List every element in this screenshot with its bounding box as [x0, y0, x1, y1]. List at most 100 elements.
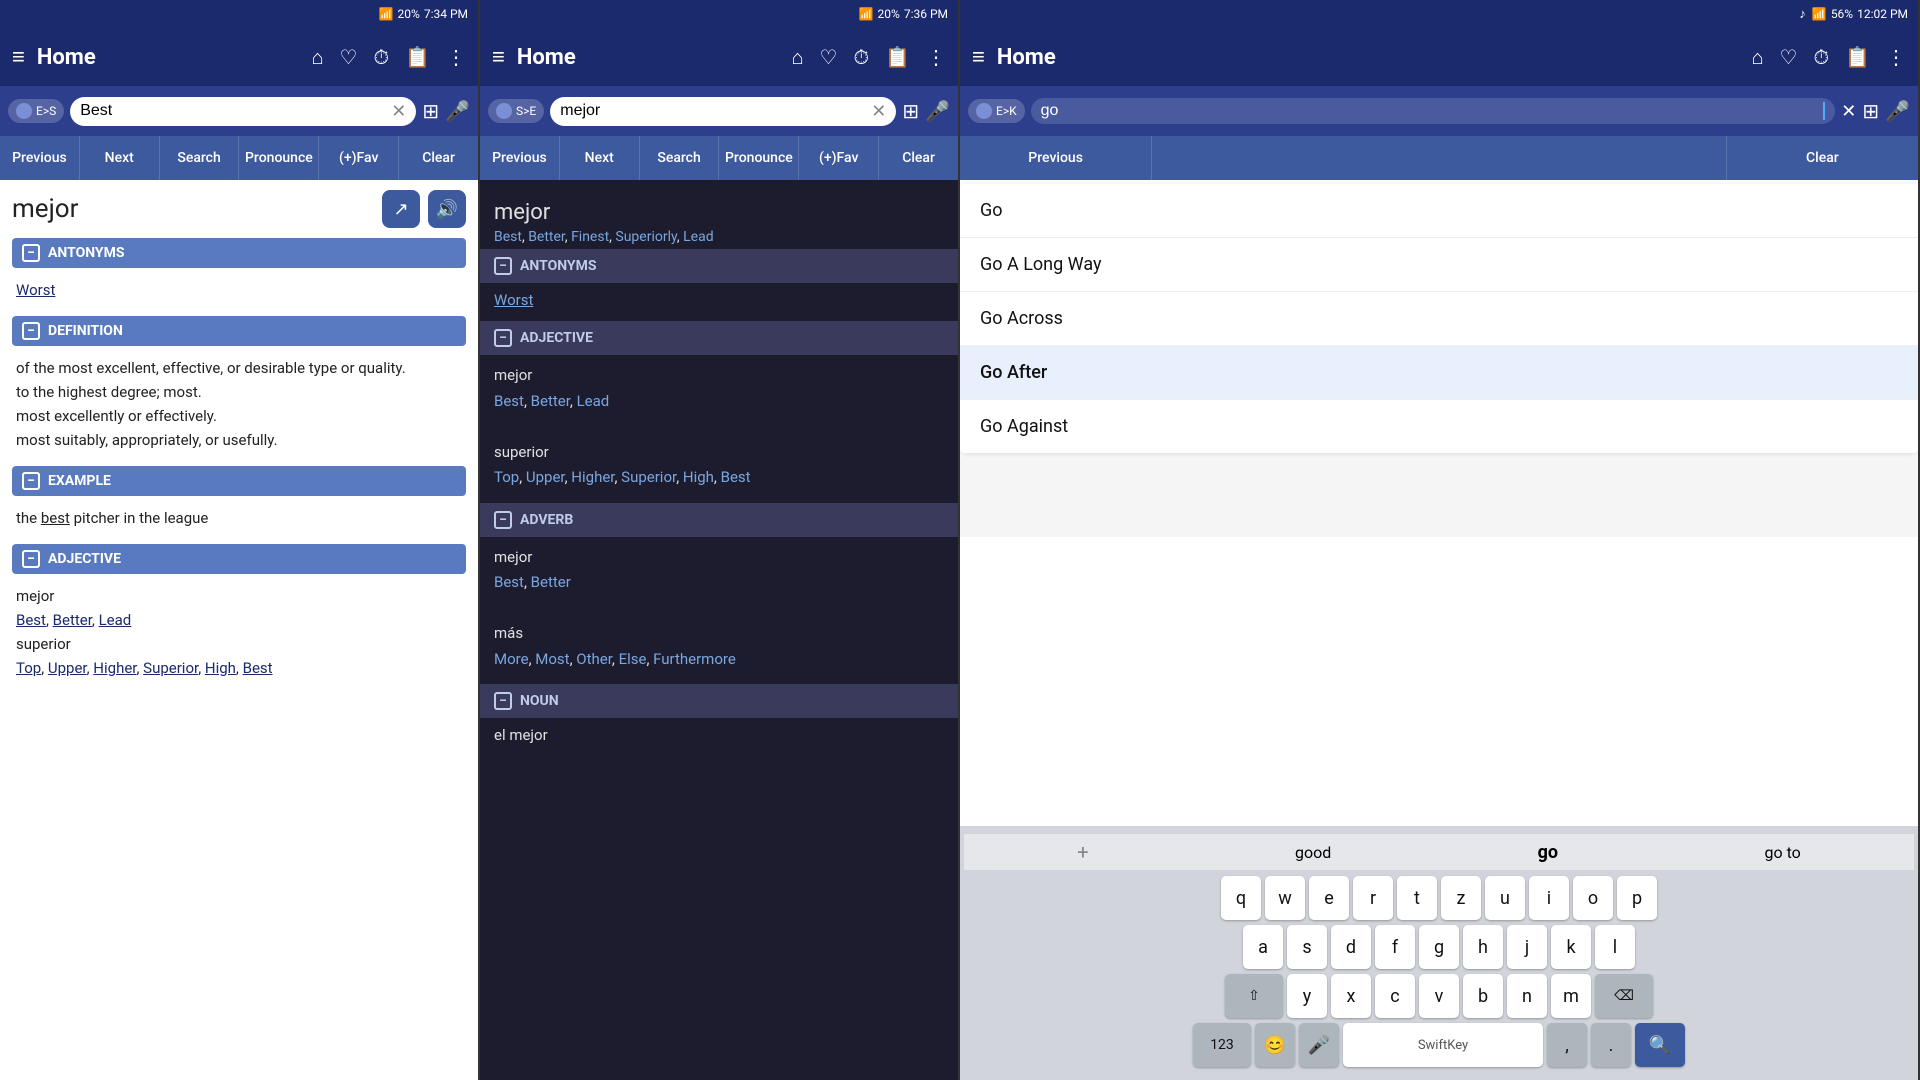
- key-period[interactable]: .: [1591, 1023, 1631, 1067]
- key-space[interactable]: SwiftKey: [1343, 1023, 1543, 1067]
- scan-icon-1[interactable]: ⊞: [422, 99, 439, 123]
- heart-icon-2[interactable]: ♡: [820, 45, 838, 70]
- btn-search-2[interactable]: Search: [640, 136, 720, 180]
- key-a[interactable]: a: [1243, 925, 1283, 969]
- key-m[interactable]: m: [1551, 974, 1591, 1018]
- menu-icon-3[interactable]: ≡: [972, 44, 985, 70]
- key-h[interactable]: h: [1463, 925, 1503, 969]
- menu-icon-2[interactable]: ≡: [492, 44, 505, 70]
- clear-icon-3[interactable]: ✕: [1841, 101, 1856, 122]
- key-j[interactable]: j: [1507, 925, 1547, 969]
- dropdown-item-go-after[interactable]: Go After: [960, 346, 1918, 400]
- key-q[interactable]: q: [1221, 876, 1261, 920]
- key-x[interactable]: x: [1331, 974, 1371, 1018]
- suggestion-goto[interactable]: go to: [1765, 843, 1801, 862]
- section-example-header-1[interactable]: − EXAMPLE: [12, 466, 466, 496]
- lang-toggle-1[interactable]: E>S: [8, 99, 64, 123]
- key-p[interactable]: p: [1617, 876, 1657, 920]
- key-t[interactable]: t: [1397, 876, 1437, 920]
- key-123[interactable]: 123: [1193, 1023, 1251, 1067]
- clear-icon-1[interactable]: ✕: [391, 101, 406, 122]
- key-o[interactable]: o: [1573, 876, 1613, 920]
- key-emoji[interactable]: 😊: [1255, 1023, 1295, 1067]
- key-v[interactable]: v: [1419, 974, 1459, 1018]
- plus-icon-3[interactable]: +: [1077, 840, 1088, 864]
- key-k[interactable]: k: [1551, 925, 1591, 969]
- search-input-1[interactable]: [80, 102, 385, 120]
- bookmark-icon-2[interactable]: 📋: [885, 45, 910, 70]
- btn-pronounce-2[interactable]: Pronounce: [719, 136, 799, 180]
- section-antonyms-header-2[interactable]: − ANTONYMS: [480, 249, 958, 283]
- search-input-2[interactable]: [560, 102, 865, 120]
- collapse-icon-definition-1[interactable]: −: [22, 322, 40, 340]
- key-r[interactable]: r: [1353, 876, 1393, 920]
- collapse-icon-adverb-2[interactable]: −: [494, 511, 512, 529]
- sound-btn-1[interactable]: 🔊: [428, 190, 466, 228]
- mic-icon-2[interactable]: 🎤: [925, 99, 950, 123]
- collapse-icon-adjective-2[interactable]: −: [494, 329, 512, 347]
- history-icon-2[interactable]: ⏱: [853, 45, 869, 70]
- key-d[interactable]: d: [1331, 925, 1371, 969]
- btn-fav-1[interactable]: (+)Fav: [319, 136, 399, 180]
- section-adjective-header-1[interactable]: − ADJECTIVE: [12, 544, 466, 574]
- btn-next-1[interactable]: Next: [80, 136, 160, 180]
- key-backspace[interactable]: ⌫: [1595, 974, 1653, 1018]
- share-btn-1[interactable]: ↗: [382, 190, 420, 228]
- collapse-icon-antonyms-2[interactable]: −: [494, 257, 512, 275]
- antonym-worst-1[interactable]: Worst: [16, 281, 55, 299]
- scan-icon-3[interactable]: ⊞: [1862, 99, 1879, 123]
- btn-pronounce-1[interactable]: Pronounce: [239, 136, 319, 180]
- scan-icon-2[interactable]: ⊞: [902, 99, 919, 123]
- suggestion-go[interactable]: go: [1538, 842, 1558, 863]
- home-icon-1[interactable]: ⌂: [311, 45, 323, 70]
- key-shift[interactable]: ⇧: [1225, 974, 1283, 1018]
- history-icon-1[interactable]: ⏱: [373, 45, 389, 70]
- btn-previous-1[interactable]: Previous: [0, 136, 80, 180]
- dropdown-item-go-across[interactable]: Go Across: [960, 292, 1918, 346]
- key-i[interactable]: i: [1529, 876, 1569, 920]
- search-input-3[interactable]: [1041, 102, 1818, 120]
- key-w[interactable]: w: [1265, 876, 1305, 920]
- section-noun-header-2[interactable]: − NOUN: [480, 684, 958, 718]
- key-b[interactable]: b: [1463, 974, 1503, 1018]
- key-s[interactable]: s: [1287, 925, 1327, 969]
- more-icon-3[interactable]: ⋮: [1886, 45, 1906, 70]
- home-icon-3[interactable]: ⌂: [1751, 45, 1763, 70]
- key-mic[interactable]: 🎤: [1299, 1023, 1339, 1067]
- key-e[interactable]: e: [1309, 876, 1349, 920]
- key-g[interactable]: g: [1419, 925, 1459, 969]
- key-n[interactable]: n: [1507, 974, 1547, 1018]
- key-l[interactable]: l: [1595, 925, 1635, 969]
- collapse-icon-example-1[interactable]: −: [22, 472, 40, 490]
- lang-toggle-3[interactable]: E>K: [968, 99, 1025, 123]
- btn-next-2[interactable]: Next: [560, 136, 640, 180]
- more-icon-1[interactable]: ⋮: [446, 45, 466, 70]
- collapse-icon-noun-2[interactable]: −: [494, 692, 512, 710]
- lang-toggle-2[interactable]: S>E: [488, 99, 544, 123]
- bookmark-icon-1[interactable]: 📋: [405, 45, 430, 70]
- heart-icon-1[interactable]: ♡: [340, 45, 358, 70]
- bookmark-icon-3[interactable]: 📋: [1845, 45, 1870, 70]
- key-comma[interactable]: ,: [1547, 1023, 1587, 1067]
- btn-clear-1[interactable]: Clear: [399, 136, 478, 180]
- btn-search-1[interactable]: Search: [160, 136, 240, 180]
- collapse-icon-adjective-1[interactable]: −: [22, 550, 40, 568]
- key-z[interactable]: z: [1441, 876, 1481, 920]
- key-y[interactable]: y: [1287, 974, 1327, 1018]
- home-icon-2[interactable]: ⌂: [791, 45, 803, 70]
- dropdown-item-go-long-way[interactable]: Go A Long Way: [960, 238, 1918, 292]
- antonym-worst-2[interactable]: Worst: [494, 291, 533, 309]
- menu-icon-1[interactable]: ≡: [12, 44, 25, 70]
- key-f[interactable]: f: [1375, 925, 1415, 969]
- mic-icon-1[interactable]: 🎤: [445, 99, 470, 123]
- dropdown-item-go[interactable]: Go: [960, 184, 1918, 238]
- collapse-icon-antonyms-1[interactable]: −: [22, 244, 40, 262]
- dropdown-item-go-against[interactable]: Go Against: [960, 400, 1918, 453]
- section-antonyms-header-1[interactable]: − ANTONYMS: [12, 238, 466, 268]
- btn-previous-2[interactable]: Previous: [480, 136, 560, 180]
- section-adverb-header-2[interactable]: − ADVERB: [480, 503, 958, 537]
- btn-clear-2[interactable]: Clear: [879, 136, 958, 180]
- btn-previous-3[interactable]: Previous: [960, 136, 1152, 180]
- btn-fav-2[interactable]: (+)Fav: [799, 136, 879, 180]
- section-adjective-header-2[interactable]: − ADJECTIVE: [480, 321, 958, 355]
